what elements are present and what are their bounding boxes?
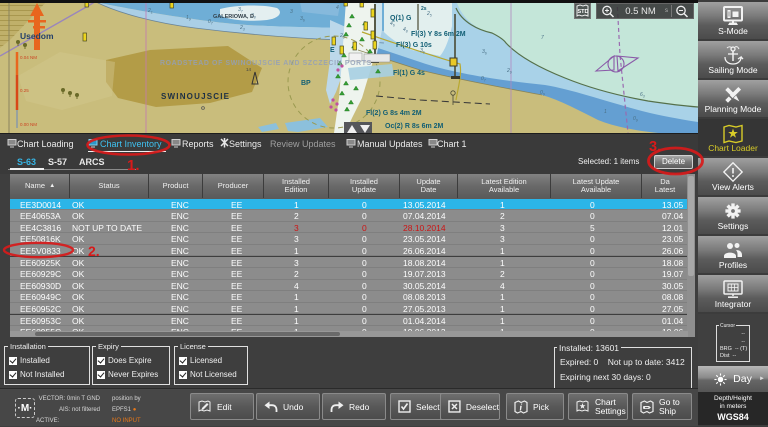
svg-text:Fl(1) G 4s: Fl(1) G 4s [393,70,425,77]
svg-text:Fl(2) G 8s 4m 2M: Fl(2) G 8s 4m 2M [366,110,422,117]
svg-text:GALERIOWA, D: GALERIOWA, D [213,14,254,20]
svg-text:0.04 NM: 0.04 NM [20,55,37,60]
svg-text:3: 3 [290,9,293,15]
svg-text:Fl(3) Y 8s 6m 2M: Fl(3) Y 8s 6m 2M [411,31,466,38]
svg-text:Usedom: Usedom [20,31,54,41]
svg-text:0.25: 0.25 [20,88,29,93]
svg-text:Q(1) G: Q(1) G [390,15,412,22]
svg-text:Oc(2) R 8s 6m 2M: Oc(2) R 8s 6m 2M [385,123,444,130]
svg-text:ROADSTEAD OF SWINOUJSCIE AND S: ROADSTEAD OF SWINOUJSCIE AND SZCZECIN PO… [160,60,372,67]
svg-text:4: 4 [336,5,339,11]
svg-text:7: 7 [541,35,544,41]
svg-text:Fl(3) G 10s: Fl(3) G 10s [396,42,432,49]
svg-text:E: E [330,47,335,54]
svg-text:0.00 NM: 0.00 NM [20,122,37,127]
svg-text:2s: 2s [421,6,427,12]
svg-text:1: 1 [604,109,607,115]
svg-text:SWINOUJSCIE: SWINOUJSCIE [161,92,230,101]
svg-text:14: 14 [246,67,252,72]
svg-text:BP: BP [301,80,311,87]
svg-text:STD: STD [578,9,589,15]
